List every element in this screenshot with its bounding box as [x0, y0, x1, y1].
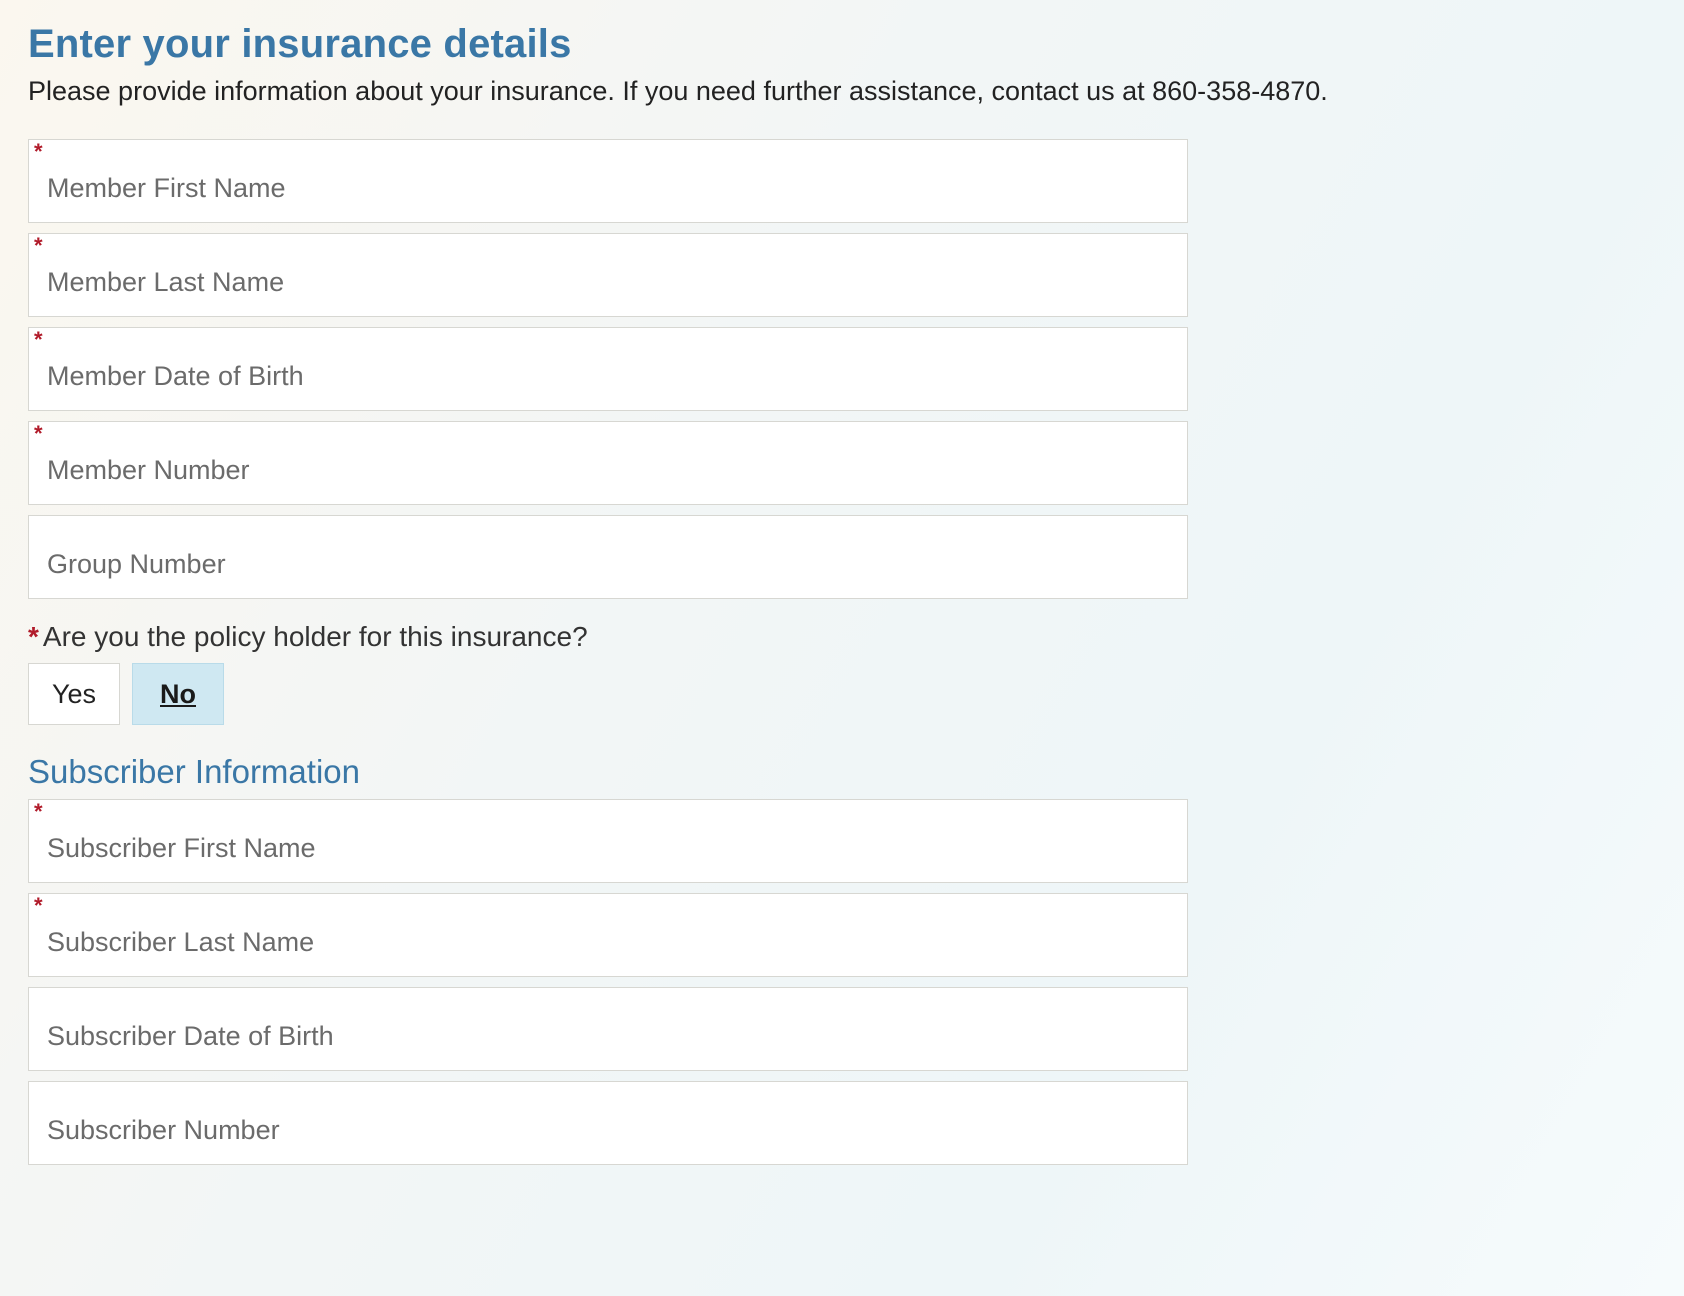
- field-member-last-name: *: [28, 233, 1188, 317]
- field-subscriber-number: [28, 1081, 1188, 1165]
- page-title: Enter your insurance details: [28, 22, 1656, 67]
- subscriber-last-name-input[interactable]: [28, 893, 1188, 977]
- subscriber-section-title: Subscriber Information: [28, 753, 1188, 791]
- member-last-name-input[interactable]: [28, 233, 1188, 317]
- policy-holder-yes-button[interactable]: Yes: [28, 663, 120, 725]
- member-dob-input[interactable]: [28, 327, 1188, 411]
- subscriber-first-name-input[interactable]: [28, 799, 1188, 883]
- policy-holder-question-label: Are you the policy holder for this insur…: [43, 621, 588, 652]
- field-group-number: [28, 515, 1188, 599]
- field-member-number: *: [28, 421, 1188, 505]
- field-subscriber-last-name: *: [28, 893, 1188, 977]
- group-number-input[interactable]: [28, 515, 1188, 599]
- member-number-input[interactable]: [28, 421, 1188, 505]
- field-subscriber-first-name: *: [28, 799, 1188, 883]
- policy-holder-toggle: Yes No: [28, 663, 1188, 725]
- page-intro-text: Please provide information about your in…: [28, 73, 1656, 109]
- required-icon: *: [28, 621, 39, 652]
- form-column: * * * * *Are you the policy holder for t…: [28, 139, 1188, 1165]
- field-subscriber-dob: [28, 987, 1188, 1071]
- page-container: Enter your insurance details Please prov…: [0, 0, 1684, 1215]
- subscriber-number-input[interactable]: [28, 1081, 1188, 1165]
- field-member-first-name: *: [28, 139, 1188, 223]
- policy-holder-no-button[interactable]: No: [132, 663, 224, 725]
- subscriber-dob-input[interactable]: [28, 987, 1188, 1071]
- policy-holder-question: *Are you the policy holder for this insu…: [28, 621, 1188, 653]
- field-member-dob: *: [28, 327, 1188, 411]
- member-first-name-input[interactable]: [28, 139, 1188, 223]
